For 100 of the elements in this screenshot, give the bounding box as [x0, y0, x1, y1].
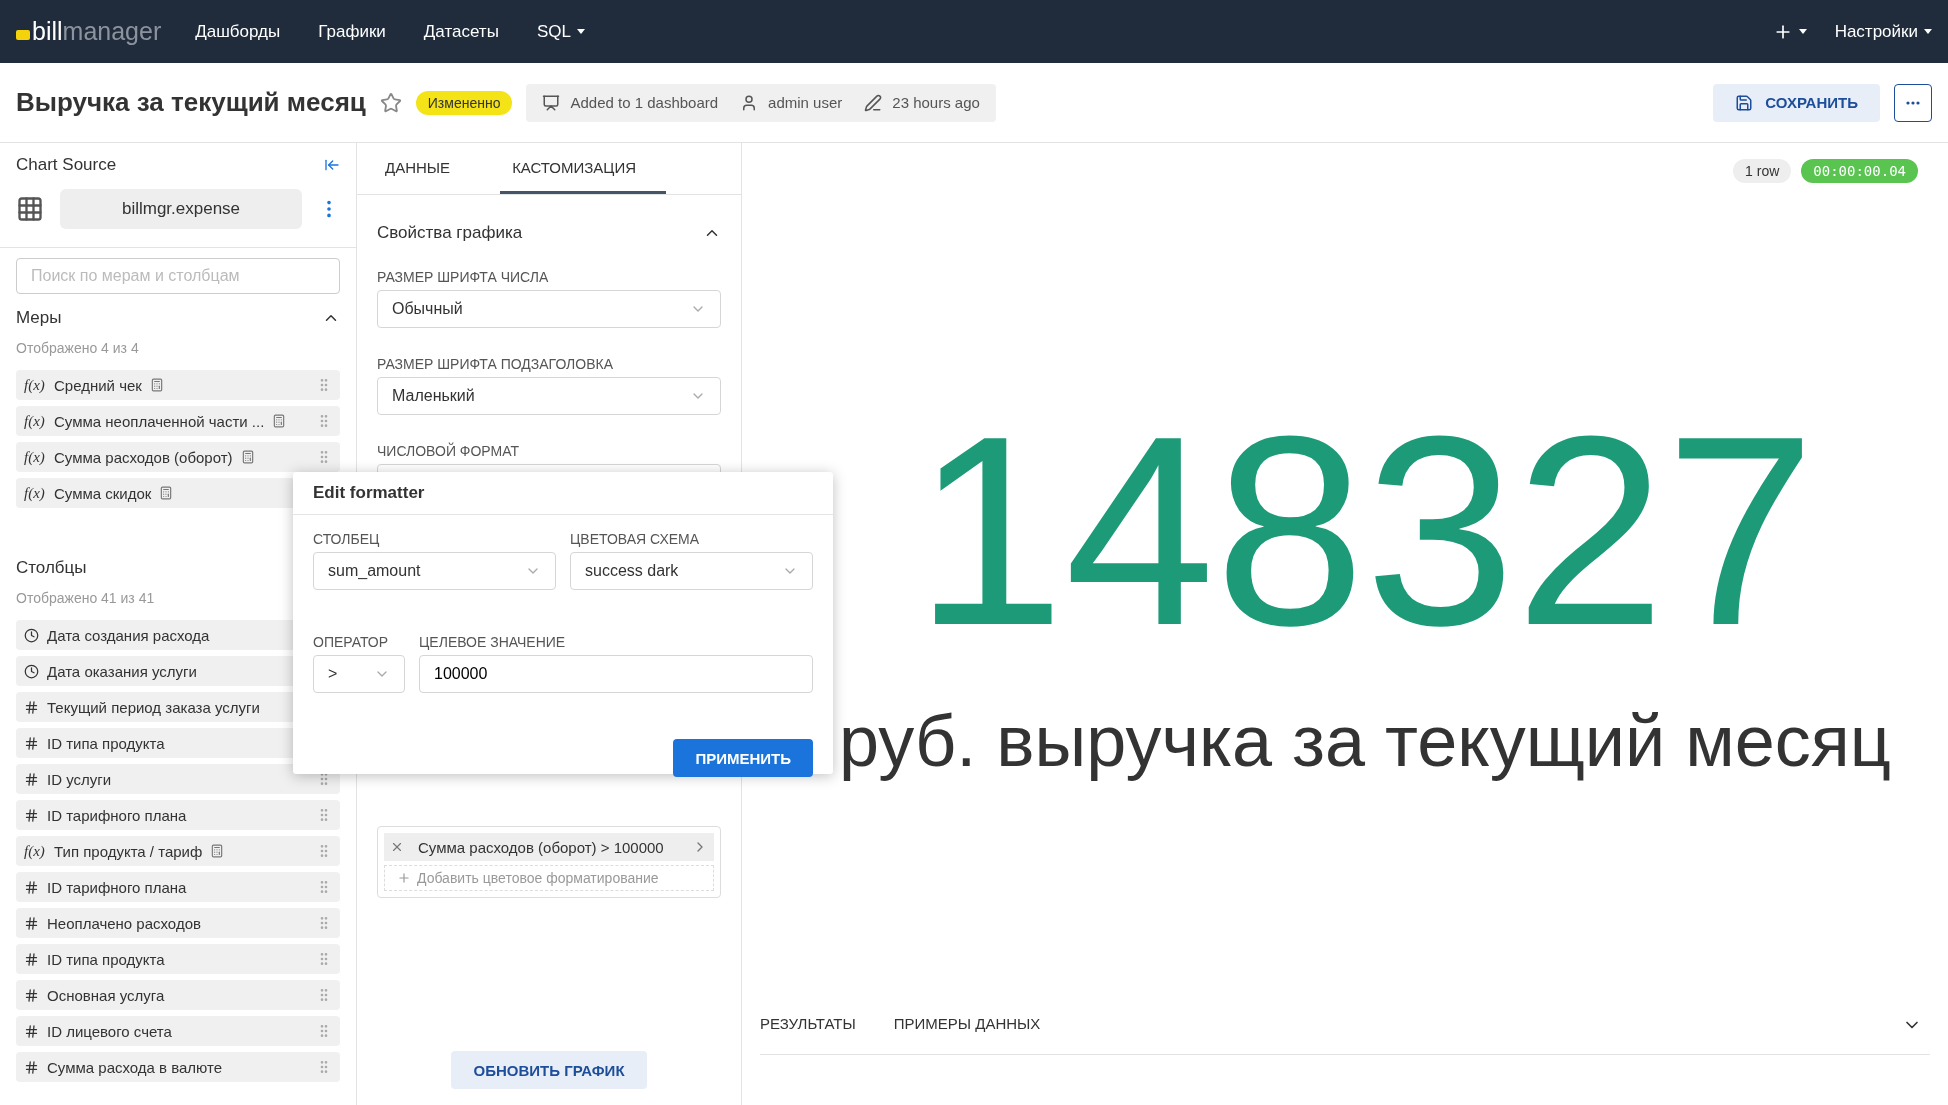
search-field[interactable]: Поиск по мерам и столбцам	[16, 258, 340, 294]
field-label: ЧИСЛОВОЙ ФОРМАТ	[377, 443, 520, 459]
field-name: ID тарифного плана	[47, 878, 187, 896]
group-title: Меры	[16, 308, 62, 328]
metadata-text: admin user	[768, 94, 843, 111]
input-field[interactable]: 100000	[419, 655, 813, 693]
field-name: ID типа продукта	[47, 950, 165, 968]
field-item[interactable]: ID тарифного плана	[16, 872, 340, 902]
metadata-text: Added to 1 dashboard	[570, 94, 719, 111]
field-item[interactable]: ID лицевого счета	[16, 1016, 340, 1046]
subtitle: руб. выручка за текущий месяц	[838, 700, 1892, 782]
field-item[interactable]: ID услуги	[16, 764, 340, 794]
save-button[interactable]: СОХРАНИТЬ	[1713, 83, 1880, 122]
update-button[interactable]: ОБНОВИТЬ ГРАФИК	[451, 1051, 647, 1089]
hash-icon	[24, 1023, 39, 1039]
panel-title: Chart Source	[16, 155, 117, 175]
field-label: ЦВЕТОВАЯ СХЕМА	[570, 531, 701, 547]
settings-menu[interactable]: Настройки	[1834, 21, 1932, 42]
nav-link[interactable]: Датасеты	[423, 21, 499, 42]
tab[interactable]: РЕЗУЛЬТАТЫ	[760, 1015, 856, 1034]
field-name: ID тарифного плана	[47, 806, 187, 824]
ellipsis-icon	[1906, 100, 1920, 105]
field-item[interactable]: Сумма расхода в валюте	[16, 1052, 340, 1082]
section-title: Свойства графика	[377, 223, 523, 243]
function-label: f(x)	[24, 484, 46, 502]
select-field[interactable]: success dark	[570, 552, 813, 590]
tab[interactable]: ПРИМЕРЫ ДАННЫХ	[893, 1015, 1041, 1034]
popup-title: Edit formatter	[293, 472, 833, 515]
pen-icon	[864, 93, 883, 112]
function-label: f(x)	[24, 842, 46, 860]
more-button[interactable]	[1894, 83, 1932, 122]
group-title: Столбцы	[16, 558, 87, 578]
tab[interactable]: КАСТОМИЗАЦИЯ	[500, 143, 667, 194]
hash-icon	[24, 1059, 39, 1075]
logo: billmanager	[16, 17, 162, 46]
field-name: Дата оказания услуги	[47, 662, 197, 680]
field-item[interactable]: Неоплачено расходов	[16, 908, 340, 938]
select-field[interactable]: >	[313, 655, 405, 693]
field-name: Сумма неоплаченной части ...	[54, 412, 265, 430]
field-label: СТОЛБЕЦ	[313, 531, 381, 547]
calculator-icon	[149, 378, 164, 392]
hash-icon	[24, 987, 39, 1003]
save-icon	[1735, 93, 1754, 112]
count-text: Отображено 4 из 4	[15, 339, 140, 358]
field-name: Основная услуга	[47, 986, 165, 1004]
apply-button[interactable]: ПРИМЕНИТЬ	[673, 739, 813, 777]
field-name: Средний чек	[54, 376, 142, 394]
field-item[interactable]: f(x) Средний чек	[16, 370, 340, 400]
field-label: РАЗМЕР ШРИФТА ПОДЗАГОЛОВКА	[377, 356, 615, 372]
clock-icon	[24, 627, 39, 643]
field-item[interactable]: ID тарифного плана	[16, 800, 340, 830]
field-item[interactable]: f(x) Сумма расходов (оборот)	[16, 442, 340, 472]
calculator-icon	[159, 486, 174, 500]
big-number: 148327	[914, 396, 1816, 666]
field-item[interactable]: f(x) Тип продукта / тариф	[16, 836, 340, 866]
close-icon[interactable]	[390, 840, 404, 854]
nav-link[interactable]: SQL	[536, 21, 585, 42]
field-name: Дата создания расхода	[47, 626, 210, 644]
clock-icon	[24, 663, 39, 679]
hash-icon	[24, 951, 39, 967]
star-icon[interactable]	[379, 91, 402, 114]
tab[interactable]: ДАННЫЕ	[373, 143, 481, 194]
table-icon	[16, 195, 44, 223]
status-badge: Измененно	[415, 90, 513, 115]
field-name: ID лицевого счета	[47, 1022, 172, 1040]
count-text: Отображено 41 из 41	[15, 589, 156, 608]
field-name: Сумма расходов (оборот)	[54, 448, 233, 466]
function-label: f(x)	[24, 376, 46, 394]
nav-link[interactable]: Дашборды	[195, 21, 281, 42]
hash-icon	[24, 735, 39, 751]
hash-icon	[24, 879, 39, 895]
collapse-icon[interactable]	[324, 157, 340, 173]
field-name: ID услуги	[47, 770, 112, 788]
function-label: f(x)	[24, 448, 46, 466]
nav-link[interactable]: Графики	[318, 21, 386, 42]
field-name: Неоплачено расходов	[47, 914, 201, 932]
field-name: Тип продукта / тариф	[54, 842, 203, 860]
select-field[interactable]: sum_amount	[313, 552, 556, 590]
field-label: ЦЕЛЕВОЕ ЗНАЧЕНИЕ	[419, 634, 567, 650]
presentation-icon	[542, 93, 561, 112]
field-item[interactable]: Основная услуга	[16, 980, 340, 1010]
field-label: РАЗМЕР ШРИФТА ЧИСЛА	[377, 269, 550, 285]
select-field[interactable]: Маленький	[377, 377, 721, 415]
select-field[interactable]: Обычный	[377, 290, 721, 328]
rule-item[interactable]: Сумма расходов (оборот) > 100000	[384, 833, 714, 861]
calculator-icon	[210, 844, 225, 858]
field-item[interactable]: ID типа продукта	[16, 944, 340, 974]
hash-icon	[24, 699, 39, 715]
plus-icon	[397, 871, 411, 885]
field-name: Текущий период заказа услуги	[47, 698, 260, 716]
dataset-selector[interactable]: billmgr.expense	[60, 189, 302, 229]
row-count-badge: 1 row	[1733, 159, 1792, 183]
field-name: Сумма скидок	[54, 484, 152, 502]
calculator-icon	[272, 414, 287, 428]
field-item[interactable]: f(x) Сумма неоплаченной части ...	[16, 406, 340, 436]
timer-badge: 00:00:00.04	[1801, 159, 1918, 183]
function-label: f(x)	[24, 412, 46, 430]
field-name: Сумма расхода в валюте	[47, 1058, 223, 1076]
field-name: ID типа продукта	[47, 734, 165, 752]
hash-icon	[24, 915, 39, 931]
